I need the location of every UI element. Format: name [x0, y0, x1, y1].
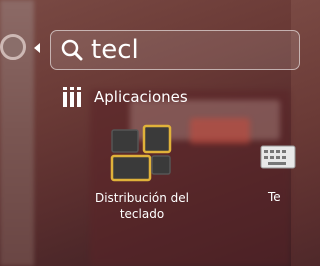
keyboard-layout-icon — [110, 124, 172, 182]
keyboard-icon — [260, 145, 296, 169]
result-keyboard-layout[interactable]: Distribución del teclado — [82, 120, 202, 230]
result-keyboard[interactable]: Te — [258, 134, 298, 214]
launcher-active-arrow-icon — [34, 43, 40, 53]
section-label: Aplicaciones — [94, 88, 188, 106]
applications-section-header[interactable]: Aplicaciones — [62, 86, 188, 108]
search-box[interactable] — [50, 30, 300, 70]
applications-lens-icon — [63, 87, 81, 107]
dash-home-icon[interactable] — [0, 34, 26, 60]
result-label: Te — [268, 190, 281, 204]
result-label: Distribución del teclado — [94, 191, 190, 221]
search-input[interactable] — [91, 32, 271, 68]
search-icon — [61, 39, 83, 61]
